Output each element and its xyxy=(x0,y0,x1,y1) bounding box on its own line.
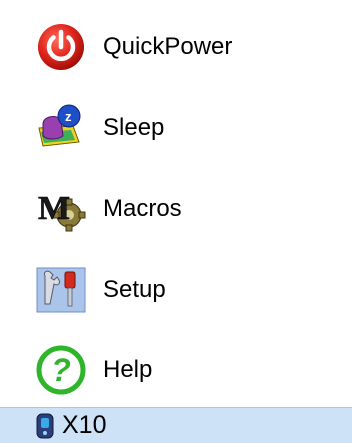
power-icon xyxy=(29,15,93,79)
svg-text:?: ? xyxy=(51,352,71,388)
status-label: X10 xyxy=(62,411,107,439)
menu-item-setup[interactable]: Setup xyxy=(29,258,166,322)
menu-item-macros[interactable]: M Macros xyxy=(29,177,182,241)
x10-remote-icon xyxy=(34,413,56,439)
menu-item-label: Setup xyxy=(103,276,166,303)
macros-icon: M xyxy=(29,177,93,241)
menu-item-label: Help xyxy=(103,356,153,383)
svg-text:z: z xyxy=(65,109,72,124)
menu-item-help[interactable]: ? Help xyxy=(29,338,152,402)
menu-item-quickpower[interactable]: QuickPower xyxy=(29,15,232,79)
setup-icon xyxy=(29,258,93,322)
sleep-icon: z xyxy=(29,96,93,160)
menu-item-sleep[interactable]: z Sleep xyxy=(29,96,164,160)
help-icon: ? xyxy=(29,338,93,402)
main-menu: QuickPower z Sleep M Macros Setup ? Help xyxy=(0,0,352,443)
svg-text:M: M xyxy=(38,190,70,227)
menu-item-label: QuickPower xyxy=(103,33,233,60)
status-bar[interactable]: X10 xyxy=(0,407,352,443)
menu-item-label: Macros xyxy=(103,195,182,222)
menu-item-label: Sleep xyxy=(103,114,165,141)
